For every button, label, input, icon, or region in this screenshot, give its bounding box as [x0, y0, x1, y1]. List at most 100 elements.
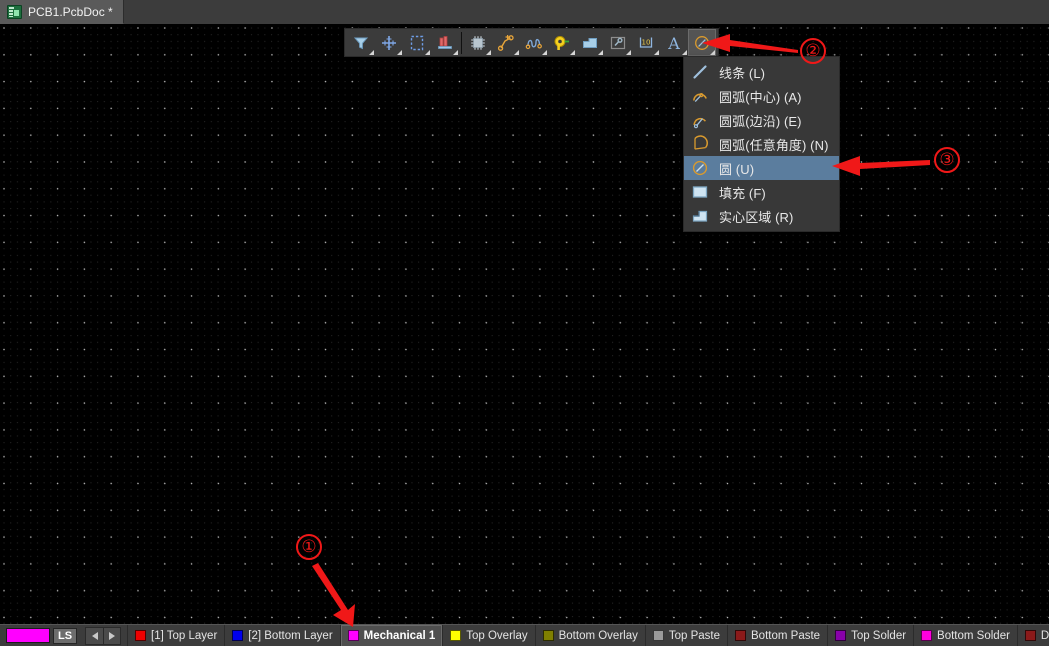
chevron-down-icon — [425, 50, 430, 55]
menu-item-label: 圆弧(中心) (A) — [719, 89, 802, 105]
funnel-icon — [353, 37, 369, 49]
pad-bars-icon — [438, 35, 452, 49]
toolbar-separator — [461, 31, 462, 54]
place-track-tool-button[interactable] — [492, 29, 520, 56]
chevron-down-icon — [486, 50, 491, 55]
layer-tab-list: [1] Top Layer [2] Bottom Layer Mechanical … — [121, 624, 1049, 646]
layer-tab-label: Bottom Paste — [751, 629, 821, 642]
scroll-layers-left-button[interactable] — [86, 627, 103, 644]
place-polygon-tool-button[interactable] — [576, 29, 604, 56]
chevron-left-icon — [91, 631, 98, 640]
pcb-canvas[interactable] — [0, 24, 1049, 624]
layer-tab-bottom-solder[interactable]: Bottom Solder — [913, 624, 1017, 646]
layer-tab-bottom-overlay[interactable]: Bottom Overlay — [534, 624, 645, 646]
layer-color-swatch — [232, 630, 244, 641]
layer-color-swatch — [921, 630, 933, 641]
menu-item-label: 圆弧(边沿) (E) — [719, 113, 802, 129]
document-tab-pcb1[interactable]: PCB1.PcbDoc * — [0, 0, 124, 24]
svg-text:10: 10 — [642, 38, 651, 46]
layer-scroll-arrows — [85, 626, 121, 645]
via-keyhole-icon — [554, 35, 569, 50]
layer-tab-label: [2] Bottom Layer — [248, 629, 333, 642]
title-bar: PCB1.PcbDoc * — [0, 0, 1049, 24]
place-pad-tool-button[interactable] — [431, 29, 459, 56]
layer-sets-button[interactable]: LS — [53, 627, 77, 644]
current-layer-color-swatch[interactable] — [6, 628, 50, 643]
menu-item-arc-any-angle[interactable]: 圆弧(任意角度) (N) — [684, 132, 839, 156]
annotation-marker-2: ② — [800, 38, 826, 64]
menu-item-label: 填充 (F) — [719, 185, 766, 201]
text-letter-a-icon: A — [667, 34, 680, 52]
chevron-down-icon — [514, 50, 519, 55]
layer-tab-label: Drill Guide — [1040, 629, 1049, 642]
arc-edge-icon — [690, 110, 710, 130]
layer-color-swatch — [735, 630, 747, 641]
layer-tab-top-paste[interactable]: Top Paste — [644, 624, 727, 646]
document-tab-label: PCB1.PcbDoc * — [28, 4, 113, 19]
chevron-down-icon — [654, 50, 659, 55]
layer-color-swatch — [135, 630, 146, 641]
scroll-layers-right-button[interactable] — [103, 627, 120, 644]
crosshair-plus-icon — [382, 35, 396, 50]
circle-arc-icon — [695, 35, 709, 50]
arc-and-shape-dropdown-menu: 线条 (L) 圆弧(中心) (A) 圆弧(边沿) (E) 圆弧(任意角度) (N… — [683, 56, 840, 232]
circle-icon — [690, 158, 710, 178]
chevron-down-icon — [369, 50, 374, 55]
line-icon — [690, 62, 710, 82]
menu-item-circle[interactable]: 圆 (U) — [684, 156, 839, 180]
layer-tab-mechanical-1[interactable]: Mechanical 1 — [339, 624, 443, 646]
layer-color-swatch — [450, 630, 462, 641]
menu-item-label: 实心区域 (R) — [719, 209, 794, 225]
chevron-down-icon — [397, 50, 402, 55]
fill-icon — [690, 182, 710, 202]
place-keepout-tool-button[interactable] — [604, 29, 632, 56]
layer-tab-label: [1] Top Layer — [151, 629, 218, 642]
chevron-down-icon — [710, 50, 715, 55]
area-select-tool-button[interactable] — [403, 29, 431, 56]
layer-tab-label: Top Paste — [668, 629, 721, 642]
pcb-document-icon — [7, 4, 22, 19]
menu-item-solid-region[interactable]: 实心区域 (R) — [684, 204, 839, 228]
layer-tab-top-layer[interactable]: [1] Top Layer — [127, 624, 224, 646]
squiggle-pair-icon — [525, 38, 542, 49]
arc-center-icon — [690, 86, 710, 106]
annotation-marker-1: ① — [296, 534, 322, 560]
layer-tab-label: Mechanical 1 — [363, 629, 436, 642]
filter-tool-button[interactable] — [347, 29, 375, 56]
chevron-down-icon — [542, 50, 547, 55]
chevron-right-icon — [109, 631, 115, 640]
place-string-tool-button[interactable]: A — [660, 29, 688, 56]
menu-item-label: 圆 (U) — [719, 161, 755, 177]
place-crosshair-tool-button[interactable] — [375, 29, 403, 56]
solid-region-icon — [690, 206, 710, 226]
chevron-down-icon — [626, 50, 631, 55]
dimension-10-icon: 10 — [639, 37, 653, 48]
layer-tab-bottom-paste[interactable]: Bottom Paste — [727, 624, 827, 646]
menu-item-fill[interactable]: 填充 (F) — [684, 180, 839, 204]
menu-item-arc-center[interactable]: 圆弧(中心) (A) — [684, 84, 839, 108]
layer-color-swatch — [1024, 630, 1036, 641]
layer-color-swatch — [652, 630, 664, 641]
layer-tab-label: Bottom Overlay — [558, 629, 638, 642]
menu-item-label: 线条 (L) — [719, 65, 766, 81]
chevron-down-icon — [570, 50, 575, 55]
chip-ic-icon — [471, 35, 485, 50]
layer-tab-bottom-layer[interactable]: [2] Bottom Layer — [224, 624, 339, 646]
place-differential-pair-tool-button[interactable] — [520, 29, 548, 56]
layer-tab-drill-guide[interactable]: Drill Guide — [1016, 624, 1049, 646]
place-dimension-tool-button[interactable]: 10 — [632, 29, 660, 56]
current-layer-color-group: LS — [6, 627, 77, 644]
layer-tab-top-solder[interactable]: Top Solder — [827, 624, 913, 646]
arc-any-angle-icon — [690, 134, 710, 154]
place-arc-circle-tool-button[interactable] — [688, 29, 716, 56]
menu-item-arc-edge[interactable]: 圆弧(边沿) (E) — [684, 108, 839, 132]
menu-item-label: 圆弧(任意角度) (N) — [719, 137, 829, 153]
pcb-editor-window: PCB1.PcbDoc * 10 A 线条 (L) 圆弧(中心) (A) 圆弧(… — [0, 0, 1049, 646]
place-via-tool-button[interactable] — [548, 29, 576, 56]
layer-color-swatch — [347, 630, 359, 641]
place-component-tool-button[interactable] — [464, 29, 492, 56]
polygon-fill-icon — [583, 37, 597, 48]
layer-tab-top-overlay[interactable]: Top Overlay — [442, 624, 534, 646]
keepout-wrench-icon — [610, 36, 626, 49]
layer-tabs-bar: LS [1] Top Layer [2] Bottom Layer Mechanic… — [0, 624, 1049, 646]
